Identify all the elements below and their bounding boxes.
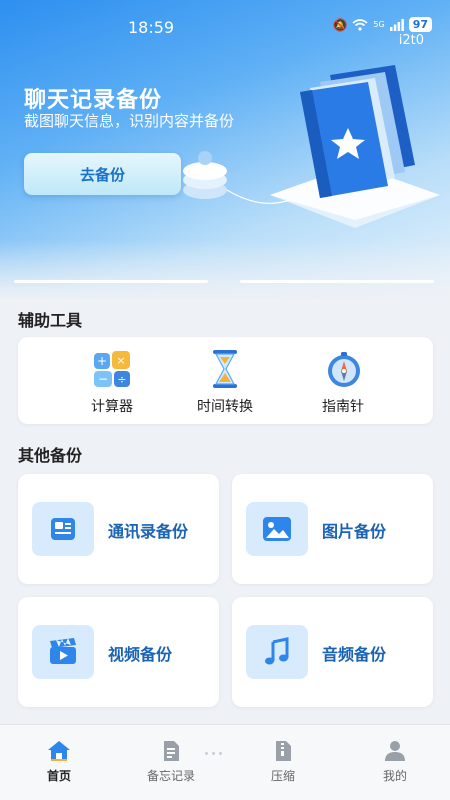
signal-label: 5G — [373, 19, 385, 29]
tools-section-title: 辅助工具 — [18, 311, 83, 330]
card-label: 音频备份 — [322, 645, 387, 664]
video-icon — [50, 638, 76, 664]
audio-backup-card[interactable]: 音频备份 — [232, 597, 433, 707]
svg-text:÷: ÷ — [117, 373, 126, 386]
compass-icon — [328, 352, 360, 387]
icon-tile — [32, 625, 94, 679]
tool-time-convert[interactable]: 时间转换 — [173, 337, 277, 424]
nav-home[interactable]: 首页 — [3, 725, 115, 800]
nav-label: 压缩 — [270, 769, 295, 783]
calculator-icon: + × − ÷ — [94, 351, 130, 387]
status-time: 18:59 — [128, 18, 175, 37]
home-icon — [48, 741, 70, 761]
video-backup-card[interactable]: 视频备份 — [18, 597, 219, 707]
card-label: 图片备份 — [322, 522, 387, 541]
hourglass-icon — [213, 350, 237, 388]
icon-tile — [32, 502, 94, 556]
tool-label: 时间转换 — [197, 399, 253, 415]
image-backup-card[interactable]: 图片备份 — [232, 474, 433, 584]
divider-line — [240, 280, 434, 283]
icon-tile — [246, 502, 308, 556]
nav-compress[interactable]: 压缩 — [227, 725, 339, 800]
divider-line — [14, 280, 208, 283]
status-bar: 18:59 🔕 5G 97 i2t0 — [0, 0, 450, 48]
status-icons: 🔕 5G 97 — [332, 17, 432, 32]
bottom-nav: 首页 备忘记录 压缩 我的 — [0, 724, 450, 800]
battery-indicator: 97 — [408, 17, 432, 32]
tool-label: 计算器 — [91, 399, 133, 415]
nav-label: 我的 — [382, 769, 407, 783]
image-icon — [263, 517, 291, 541]
svg-text:+: + — [97, 354, 107, 368]
tools-card: + × − ÷ 计算器 时间转换 指南针 — [18, 337, 433, 424]
svg-text:−: − — [98, 372, 108, 386]
watermark-text: i2t0 — [398, 33, 424, 48]
mute-icon: 🔕 — [332, 17, 348, 32]
backup-folder-illustration — [183, 65, 440, 228]
signal-icon — [389, 18, 404, 31]
tool-calculator[interactable]: + × − ÷ 计算器 — [62, 337, 162, 424]
page-indicator — [205, 752, 222, 755]
svg-text:×: × — [116, 354, 125, 367]
nav-label: 首页 — [46, 769, 71, 783]
other-backup-section-title: 其他备份 — [18, 446, 83, 465]
card-label: 视频备份 — [108, 645, 173, 664]
contacts-icon — [51, 518, 75, 540]
icon-tile — [246, 625, 308, 679]
nav-memo[interactable]: 备忘记录 — [115, 725, 227, 800]
music-icon — [265, 637, 289, 665]
nav-label: 备忘记录 — [146, 769, 195, 783]
wifi-icon — [352, 18, 368, 31]
memo-icon — [164, 741, 179, 761]
tool-compass[interactable]: 指南针 — [288, 337, 398, 424]
go-backup-button[interactable]: 去备份 — [24, 153, 181, 195]
tool-label: 指南针 — [322, 399, 364, 415]
card-label: 通讯录备份 — [108, 522, 189, 541]
nav-profile[interactable]: 我的 — [339, 725, 450, 800]
user-icon — [385, 741, 405, 761]
zip-icon — [276, 741, 291, 761]
contacts-backup-card[interactable]: 通讯录备份 — [18, 474, 219, 584]
